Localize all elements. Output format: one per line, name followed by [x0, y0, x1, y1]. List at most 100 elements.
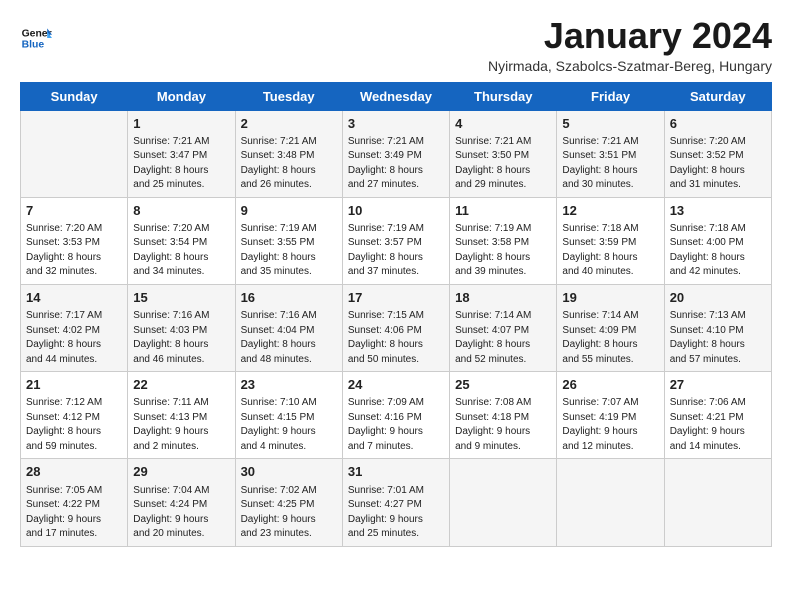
cell-content: Sunrise: 7:05 AMSunset: 4:22 PMDaylight:… — [26, 484, 122, 542]
calendar-cell: 7 Sunrise: 7:20 AMSunset: 3:53 PMDaylight… — [21, 197, 128, 284]
day-number: 24 — [348, 376, 444, 394]
logo-icon: General Blue — [20, 22, 52, 54]
weekday-header-row: SundayMondayTuesdayWednesdayThursdayFrid… — [21, 82, 772, 110]
month-title: January 2024 — [488, 16, 772, 56]
calendar-cell: 24 Sunrise: 7:09 AMSunset: 4:16 PMDayligh… — [342, 372, 449, 459]
cell-content: Sunrise: 7:11 AMSunset: 4:13 PMDaylight:… — [133, 396, 229, 454]
day-number: 13 — [670, 202, 766, 220]
calendar-cell: 27 Sunrise: 7:06 AMSunset: 4:21 PMDayligh… — [664, 372, 771, 459]
cell-content: Sunrise: 7:16 AMSunset: 4:03 PMDaylight:… — [133, 309, 229, 367]
calendar-cell — [557, 459, 664, 546]
logo: General Blue — [20, 22, 56, 54]
cell-content: Sunrise: 7:14 AMSunset: 4:09 PMDaylight:… — [562, 309, 658, 367]
weekday-header-sunday: Sunday — [21, 82, 128, 110]
calendar-cell: 23 Sunrise: 7:10 AMSunset: 4:15 PMDayligh… — [235, 372, 342, 459]
cell-content: Sunrise: 7:02 AMSunset: 4:25 PMDaylight:… — [241, 484, 337, 542]
calendar-cell: 6Sunrise: 7:20 AMSunset: 3:52 PMDaylight… — [664, 110, 771, 197]
cell-content: Sunrise: 7:18 AMSunset: 4:00 PMDaylight:… — [670, 222, 766, 280]
calendar-cell — [21, 110, 128, 197]
calendar-cell: 30 Sunrise: 7:02 AMSunset: 4:25 PMDayligh… — [235, 459, 342, 546]
cell-content: Sunrise: 7:07 AMSunset: 4:19 PMDaylight:… — [562, 396, 658, 454]
day-number: 8 — [133, 202, 229, 220]
calendar-cell: 3Sunrise: 7:21 AMSunset: 3:49 PMDaylight… — [342, 110, 449, 197]
weekday-header-wednesday: Wednesday — [342, 82, 449, 110]
calendar-cell: 11 Sunrise: 7:19 AMSunset: 3:58 PMDayligh… — [450, 197, 557, 284]
calendar-cell: 4Sunrise: 7:21 AMSunset: 3:50 PMDaylight… — [450, 110, 557, 197]
calendar-week-row: 7 Sunrise: 7:20 AMSunset: 3:53 PMDaylight… — [21, 197, 772, 284]
cell-content: Sunrise: 7:10 AMSunset: 4:15 PMDaylight:… — [241, 396, 337, 454]
calendar-cell: 22 Sunrise: 7:11 AMSunset: 4:13 PMDayligh… — [128, 372, 235, 459]
cell-content: Sunrise: 7:19 AMSunset: 3:58 PMDaylight:… — [455, 222, 551, 280]
weekday-header-monday: Monday — [128, 82, 235, 110]
day-number: 7 — [26, 202, 122, 220]
cell-content: Sunrise: 7:13 AMSunset: 4:10 PMDaylight:… — [670, 309, 766, 367]
weekday-header-tuesday: Tuesday — [235, 82, 342, 110]
day-number: 25 — [455, 376, 551, 394]
calendar-cell: 19 Sunrise: 7:14 AMSunset: 4:09 PMDayligh… — [557, 284, 664, 371]
day-number: 11 — [455, 202, 551, 220]
calendar-cell: 26 Sunrise: 7:07 AMSunset: 4:19 PMDayligh… — [557, 372, 664, 459]
day-number: 16 — [241, 289, 337, 307]
day-number: 28 — [26, 463, 122, 481]
day-number: 5 — [562, 115, 658, 133]
calendar-cell: 31Sunrise: 7:01 AMSunset: 4:27 PMDayligh… — [342, 459, 449, 546]
calendar-week-row: 21Sunrise: 7:12 AMSunset: 4:12 PMDayligh… — [21, 372, 772, 459]
calendar-cell — [450, 459, 557, 546]
cell-content: Sunrise: 7:04 AMSunset: 4:24 PMDaylight:… — [133, 484, 229, 542]
cell-content: Sunrise: 7:17 AMSunset: 4:02 PMDaylight:… — [26, 309, 122, 367]
day-number: 3 — [348, 115, 444, 133]
cell-content: Sunrise: 7:21 AMSunset: 3:47 PMDaylight:… — [133, 135, 229, 193]
cell-content: Sunrise: 7:14 AMSunset: 4:07 PMDaylight:… — [455, 309, 551, 367]
calendar-cell: 17 Sunrise: 7:15 AMSunset: 4:06 PMDayligh… — [342, 284, 449, 371]
day-number: 23 — [241, 376, 337, 394]
cell-content: Sunrise: 7:12 AMSunset: 4:12 PMDaylight:… — [26, 396, 122, 454]
calendar-cell: 13 Sunrise: 7:18 AMSunset: 4:00 PMDayligh… — [664, 197, 771, 284]
cell-content: Sunrise: 7:06 AMSunset: 4:21 PMDaylight:… — [670, 396, 766, 454]
day-number: 22 — [133, 376, 229, 394]
calendar-week-row: 28 Sunrise: 7:05 AMSunset: 4:22 PMDayligh… — [21, 459, 772, 546]
cell-content: Sunrise: 7:09 AMSunset: 4:16 PMDaylight:… — [348, 396, 444, 454]
calendar-week-row: 14 Sunrise: 7:17 AMSunset: 4:02 PMDayligh… — [21, 284, 772, 371]
cell-content: Sunrise: 7:19 AMSunset: 3:55 PMDaylight:… — [241, 222, 337, 280]
calendar-cell: 20 Sunrise: 7:13 AMSunset: 4:10 PMDayligh… — [664, 284, 771, 371]
day-number: 30 — [241, 463, 337, 481]
cell-content: Sunrise: 7:21 AMSunset: 3:51 PMDaylight:… — [562, 135, 658, 193]
day-number: 29 — [133, 463, 229, 481]
calendar-cell: 5 Sunrise: 7:21 AMSunset: 3:51 PMDaylight… — [557, 110, 664, 197]
calendar-cell: 9 Sunrise: 7:19 AMSunset: 3:55 PMDaylight… — [235, 197, 342, 284]
day-number: 26 — [562, 376, 658, 394]
calendar-cell: 28 Sunrise: 7:05 AMSunset: 4:22 PMDayligh… — [21, 459, 128, 546]
calendar-cell: 21Sunrise: 7:12 AMSunset: 4:12 PMDayligh… — [21, 372, 128, 459]
calendar-cell: 25 Sunrise: 7:08 AMSunset: 4:18 PMDayligh… — [450, 372, 557, 459]
weekday-header-saturday: Saturday — [664, 82, 771, 110]
cell-content: Sunrise: 7:08 AMSunset: 4:18 PMDaylight:… — [455, 396, 551, 454]
calendar-cell: 10Sunrise: 7:19 AMSunset: 3:57 PMDayligh… — [342, 197, 449, 284]
weekday-header-thursday: Thursday — [450, 82, 557, 110]
day-number: 6 — [670, 115, 766, 133]
calendar-cell: 16 Sunrise: 7:16 AMSunset: 4:04 PMDayligh… — [235, 284, 342, 371]
cell-content: Sunrise: 7:20 AMSunset: 3:54 PMDaylight:… — [133, 222, 229, 280]
day-number: 9 — [241, 202, 337, 220]
day-number: 27 — [670, 376, 766, 394]
day-number: 15 — [133, 289, 229, 307]
weekday-header-friday: Friday — [557, 82, 664, 110]
day-number: 2 — [241, 115, 337, 133]
cell-content: Sunrise: 7:01 AMSunset: 4:27 PMDaylight:… — [348, 484, 444, 542]
calendar-cell: 1 Sunrise: 7:21 AMSunset: 3:47 PMDaylight… — [128, 110, 235, 197]
day-number: 1 — [133, 115, 229, 133]
cell-content: Sunrise: 7:21 AMSunset: 3:48 PMDaylight:… — [241, 135, 337, 193]
calendar-cell: 12Sunrise: 7:18 AMSunset: 3:59 PMDayligh… — [557, 197, 664, 284]
calendar-cell: 8 Sunrise: 7:20 AMSunset: 3:54 PMDaylight… — [128, 197, 235, 284]
day-number: 14 — [26, 289, 122, 307]
cell-content: Sunrise: 7:15 AMSunset: 4:06 PMDaylight:… — [348, 309, 444, 367]
page-header: General Blue January 2024 Nyirmada, Szab… — [20, 16, 772, 74]
cell-content: Sunrise: 7:16 AMSunset: 4:04 PMDaylight:… — [241, 309, 337, 367]
day-number: 19 — [562, 289, 658, 307]
cell-content: Sunrise: 7:18 AMSunset: 3:59 PMDaylight:… — [562, 222, 658, 280]
title-block: January 2024 Nyirmada, Szabolcs-Szatmar-… — [488, 16, 772, 74]
calendar-cell: 29 Sunrise: 7:04 AMSunset: 4:24 PMDayligh… — [128, 459, 235, 546]
day-number: 17 — [348, 289, 444, 307]
day-number: 20 — [670, 289, 766, 307]
day-number: 4 — [455, 115, 551, 133]
cell-content: Sunrise: 7:20 AMSunset: 3:53 PMDaylight:… — [26, 222, 122, 280]
